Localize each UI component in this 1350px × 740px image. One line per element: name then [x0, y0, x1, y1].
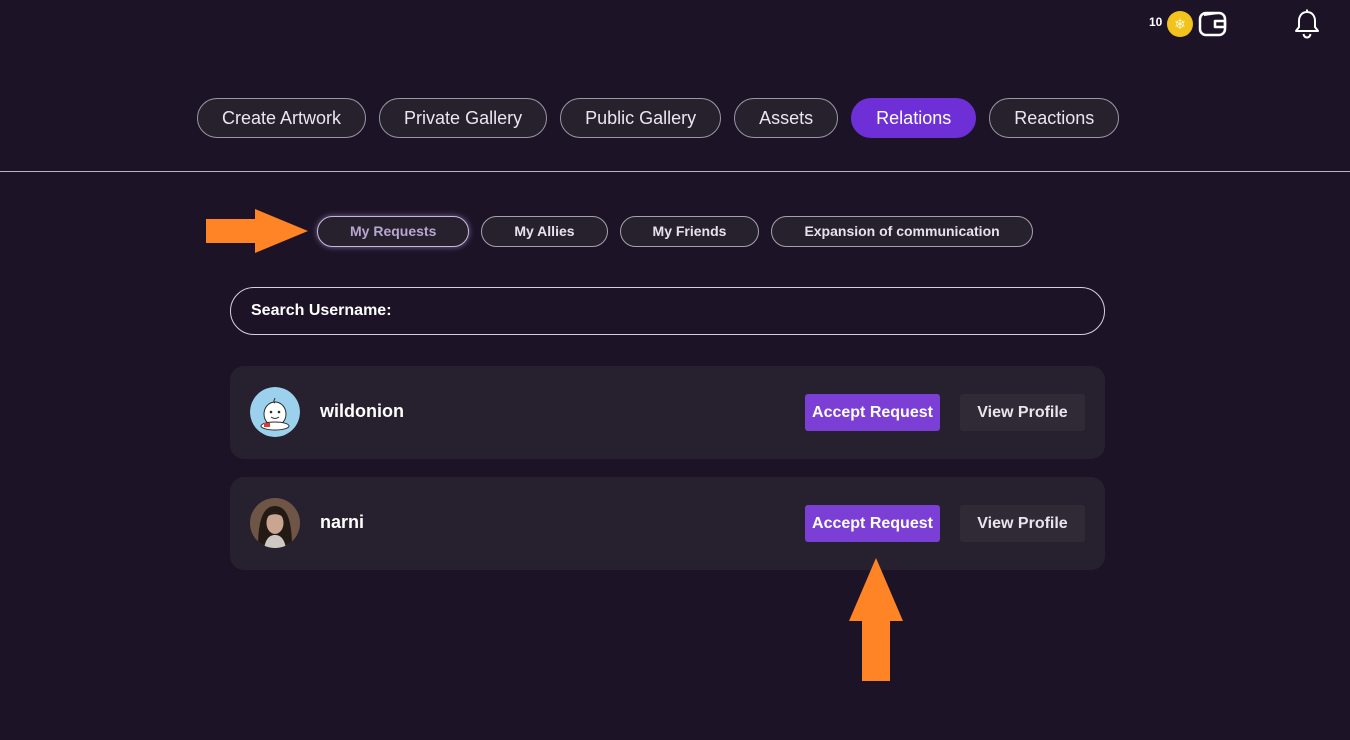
- tab-reactions[interactable]: Reactions: [989, 98, 1120, 138]
- subtab-my-allies[interactable]: My Allies: [481, 216, 608, 247]
- search-input[interactable]: [399, 290, 1104, 332]
- tab-public-gallery[interactable]: Public Gallery: [560, 98, 722, 138]
- accept-request-button[interactable]: Accept Request: [805, 505, 940, 542]
- main-nav: Create Artwork Private Gallery Public Ga…: [197, 98, 1120, 138]
- subtab-my-requests[interactable]: My Requests: [317, 216, 470, 247]
- accept-request-button[interactable]: Accept Request: [805, 394, 940, 431]
- tab-assets[interactable]: Assets: [734, 98, 839, 138]
- request-list: wildonion Accept Request View Profile na…: [230, 366, 1105, 588]
- tab-private-gallery[interactable]: Private Gallery: [379, 98, 548, 138]
- subtab-my-friends[interactable]: My Friends: [619, 216, 760, 247]
- tab-relations[interactable]: Relations: [851, 98, 977, 138]
- search-label: Search Username:: [251, 302, 392, 319]
- username: wildonion: [320, 401, 404, 421]
- request-card: narni Accept Request View Profile: [230, 477, 1105, 570]
- view-profile-button[interactable]: View Profile: [960, 394, 1085, 431]
- avatar[interactable]: [250, 387, 300, 437]
- username: narni: [320, 512, 365, 532]
- coin-icon: ❄: [1167, 11, 1193, 37]
- tab-create-artwork[interactable]: Create Artwork: [197, 98, 367, 138]
- relations-page: 10 ❄ Create Artwork Private Gallery Publ…: [0, 0, 1350, 740]
- arrow-right-icon: [206, 209, 308, 253]
- request-card: wildonion Accept Request View Profile: [230, 366, 1105, 459]
- wallet-icon[interactable]: [1198, 10, 1228, 38]
- top-bar: 10 ❄: [0, 9, 1350, 40]
- sub-tabs: My Requests My Allies My Friends Expansi…: [317, 216, 1033, 247]
- coin-count: 10: [1149, 15, 1163, 29]
- bell-icon[interactable]: [1293, 9, 1321, 39]
- avatar[interactable]: [250, 498, 300, 548]
- divider: [0, 171, 1350, 172]
- view-profile-button[interactable]: View Profile: [960, 505, 1085, 542]
- search-bar: Search Username:: [230, 287, 1105, 335]
- arrow-up-icon: [849, 558, 903, 681]
- subtab-expansion-of-communication[interactable]: Expansion of communication: [771, 216, 1033, 247]
